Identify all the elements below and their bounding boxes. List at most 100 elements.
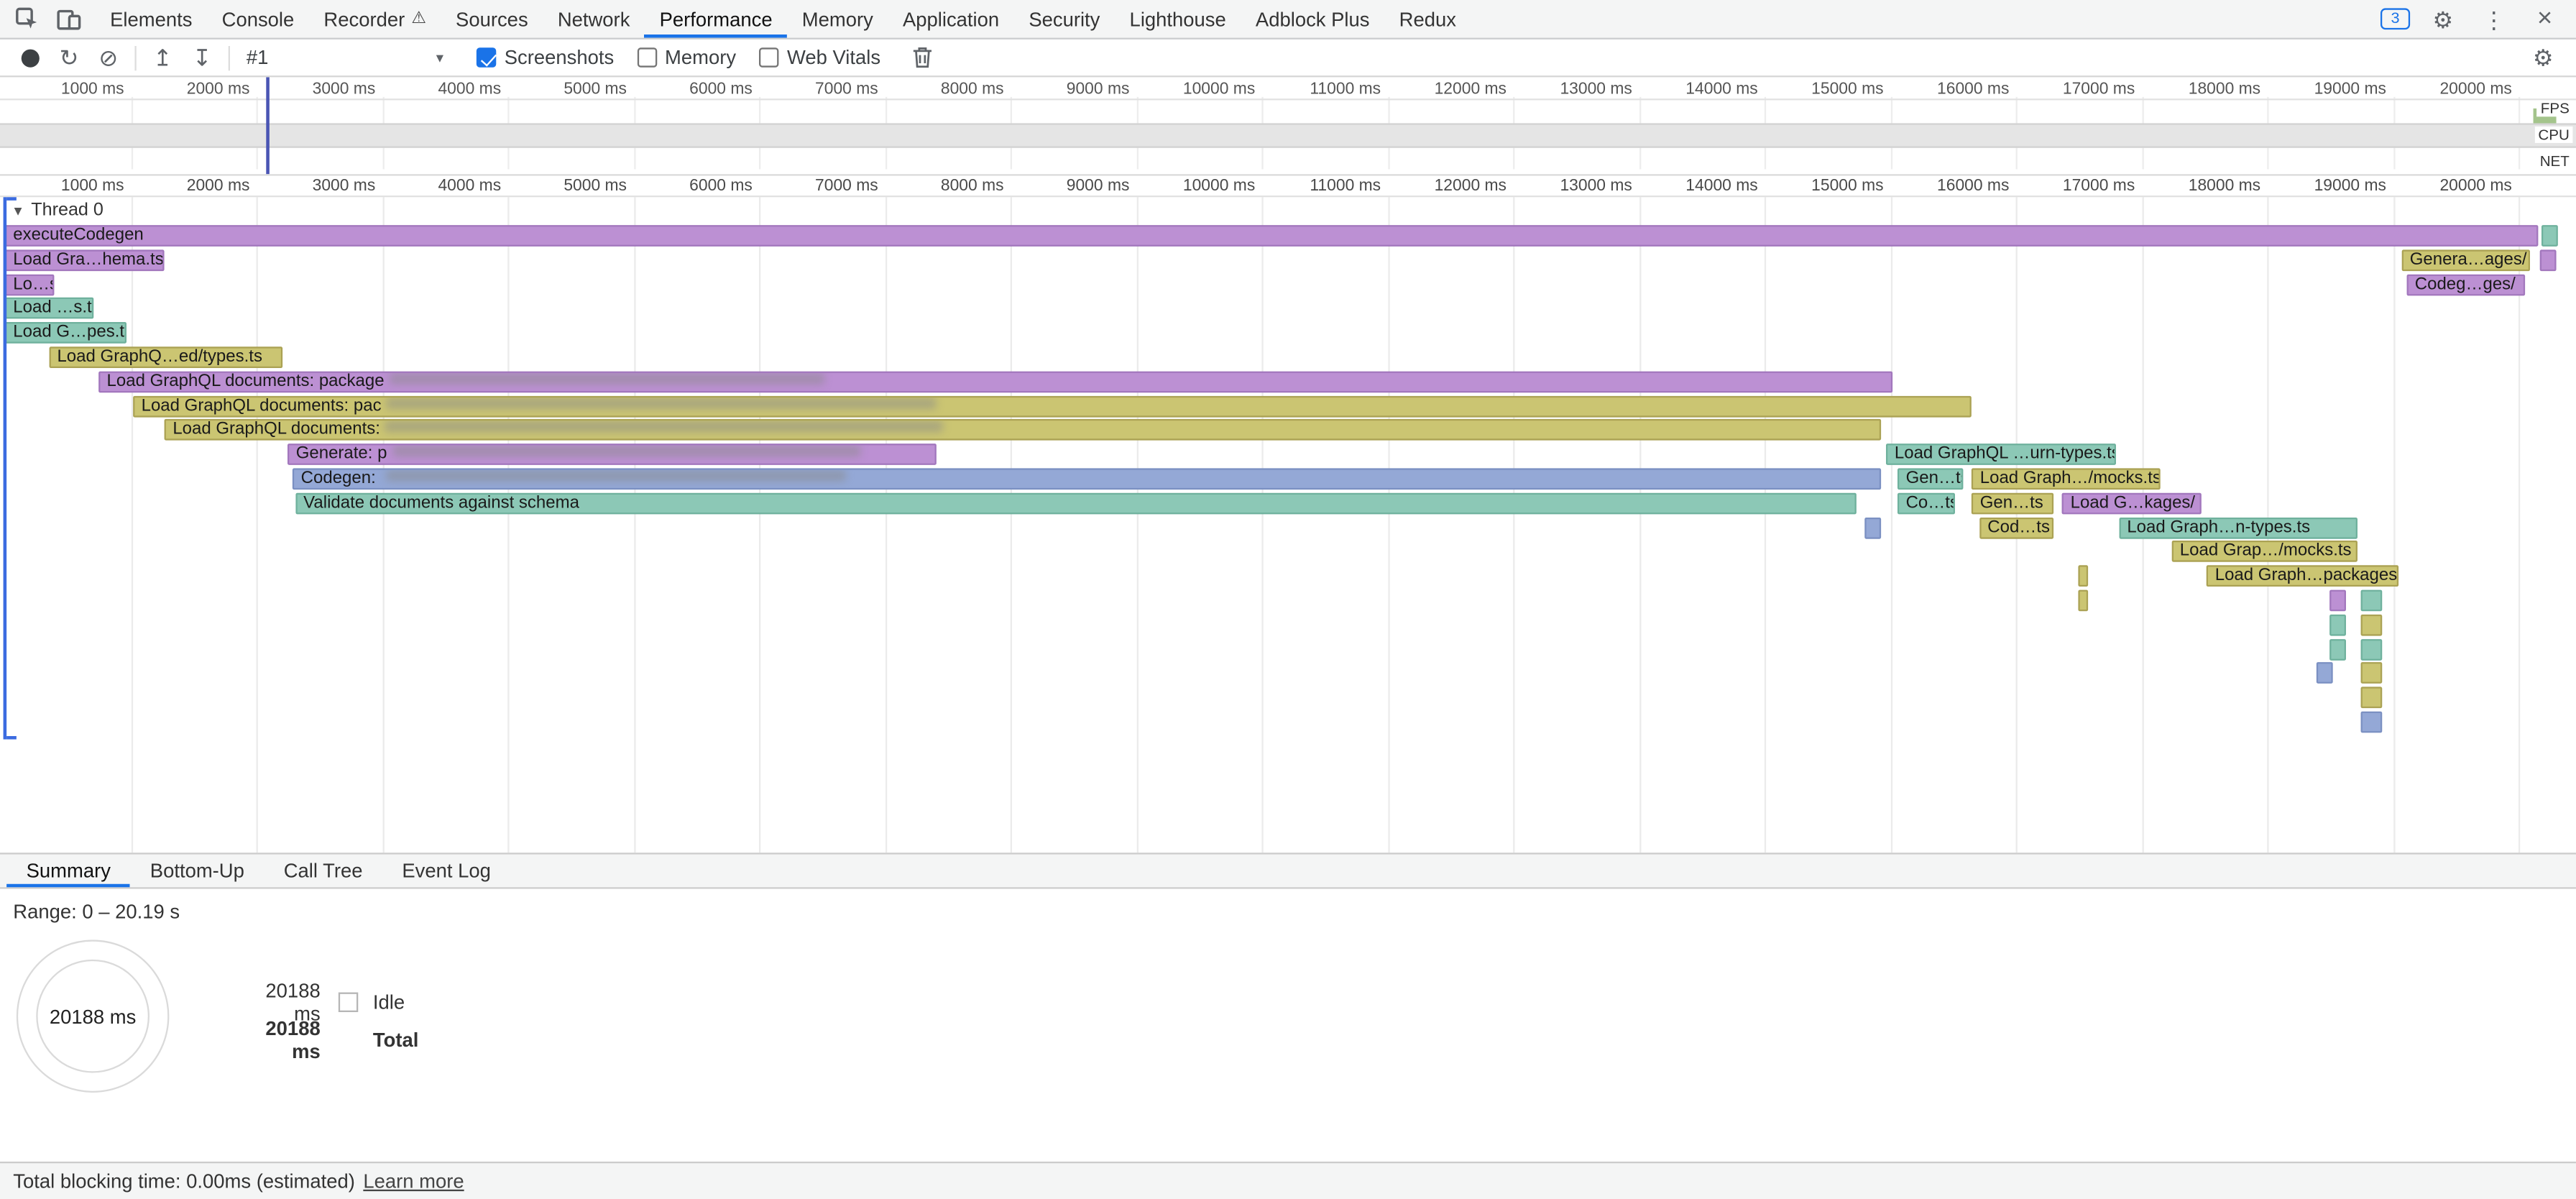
flame-bar[interactable]: Validate documents against schema [295, 492, 1857, 514]
tab-adblock-plus[interactable]: Adblock Plus [1241, 0, 1384, 38]
flame-bar-label: Load Grap…/mocks.ts [2180, 541, 2352, 561]
learn-more-link[interactable]: Learn more [363, 1170, 464, 1193]
flame-bar[interactable] [2330, 638, 2347, 660]
flame-bar[interactable]: Codeg…ges/ [2406, 274, 2524, 295]
flame-bar[interactable]: Load Graph…/mocks.ts [1972, 468, 2160, 490]
flame-bar[interactable] [2079, 590, 2089, 612]
flame-bar[interactable] [2361, 590, 2383, 612]
save-profile-button[interactable]: ↧ [183, 41, 222, 74]
flame-bar[interactable] [2361, 663, 2383, 684]
checkbox-box[interactable] [477, 47, 496, 67]
flame-bar[interactable]: Load GraphQ…ed/types.ts [49, 346, 282, 368]
flame-bar[interactable] [2361, 687, 2383, 709]
checkbox-web-vitals[interactable]: Web Vitals [759, 46, 880, 69]
checkbox-screenshots[interactable]: Screenshots [477, 46, 614, 69]
flame-bar[interactable]: Load Graph…packages/ [2207, 566, 2398, 587]
checkbox-label: Web Vitals [787, 46, 880, 69]
details-tabbar: SummaryBottom-UpCall TreeEvent Log [0, 853, 2576, 888]
flame-bar[interactable]: Co…ts [1898, 492, 1955, 514]
flame-bar[interactable] [2330, 614, 2347, 635]
flame-bar[interactable]: Load Gra…hema.ts [5, 249, 165, 271]
delete-recording-button[interactable] [903, 41, 943, 74]
tab-sources[interactable]: Sources [441, 0, 543, 38]
checkbox-box[interactable] [759, 47, 778, 67]
messages-badge[interactable]: 3 [2380, 8, 2410, 29]
flame-bar[interactable]: executeCodegen [5, 225, 2539, 247]
flame-bar[interactable] [2316, 663, 2332, 684]
flame-bar-label: Load GraphQL documents: [172, 420, 380, 439]
devtools-window: ElementsConsoleRecorder⚠Sources Network Pe… [0, 0, 2576, 1199]
tick-label: 11000 ms [1266, 81, 1381, 98]
tab-label: Lighthouse [1130, 7, 1226, 30]
kebab-menu-icon[interactable]: ⋮ [2476, 1, 2512, 37]
flame-bar[interactable] [1865, 517, 1882, 538]
tick-label: 3000 ms [260, 81, 375, 98]
tab-security[interactable]: Security [1014, 0, 1115, 38]
flame-bar-label: executeCodegen [13, 225, 143, 244]
flame-chart[interactable]: 1000 ms2000 ms3000 ms4000 ms5000 ms6000 … [0, 176, 2576, 853]
flame-bar[interactable]: Load G…pes.ts [5, 322, 127, 344]
flame-bar[interactable]: Load Grap…/mocks.ts [2171, 541, 2358, 563]
tick-label: 18000 ms [2145, 178, 2260, 196]
close-icon[interactable]: × [2526, 1, 2562, 37]
flame-bar[interactable]: Load GraphQL documents: pac [133, 395, 1972, 417]
tab-label: Network [558, 7, 630, 30]
flame-bar[interactable]: Cod…ts [1979, 517, 2053, 538]
flame-bar[interactable] [2361, 638, 2383, 660]
tick-label: 10000 ms [1140, 81, 1255, 98]
record-button[interactable] [10, 41, 50, 74]
load-profile-button[interactable]: ↥ [143, 41, 183, 74]
reload-and-record-button[interactable]: ↻ [50, 41, 89, 74]
bottom-tab-event-log[interactable]: Event Log [382, 855, 510, 888]
tab-console[interactable]: Console [207, 0, 309, 38]
flame-bar[interactable] [2079, 566, 2089, 587]
tab-performance[interactable]: Performance [645, 0, 787, 38]
summary-pie-chart: 20188 ms [17, 940, 170, 1093]
recording-select[interactable]: #1 ▾ [236, 46, 454, 69]
checkbox-memory[interactable]: Memory [637, 46, 736, 69]
tick-label: 4000 ms [386, 81, 501, 98]
bottom-tab-summary[interactable]: Summary [6, 855, 130, 888]
flame-bar[interactable]: Load Graph…n-types.ts [2119, 517, 2358, 538]
timeline-overview[interactable]: 1000 ms2000 ms3000 ms4000 ms5000 ms6000 … [0, 77, 2576, 175]
flame-bar[interactable]: Codegen: [293, 468, 1881, 490]
flame-bar[interactable]: Load GraphQL …urn-types.ts [1886, 444, 2116, 466]
tab-network[interactable]: Network [543, 0, 645, 38]
redacted-text [392, 446, 860, 457]
flame-bar[interactable]: Gen…ts [1898, 468, 1963, 490]
tab-redux[interactable]: Redux [1384, 0, 1471, 38]
settings-gear-icon[interactable]: ⚙ [2425, 1, 2461, 37]
flame-bar[interactable]: Load …s.ts [5, 298, 94, 320]
bottom-tab-bottom-up[interactable]: Bottom-Up [130, 855, 264, 888]
flame-bar[interactable] [2361, 712, 2383, 733]
checkbox-box[interactable] [637, 47, 656, 67]
flame-bar[interactable]: Gen…ts [1972, 492, 2053, 514]
clear-button[interactable]: ⊘ [88, 41, 128, 74]
tab-recorder[interactable]: Recorder⚠ [309, 0, 441, 38]
thread-label: Thread 0 [31, 201, 104, 220]
fps-band [0, 98, 2576, 123]
tab-lighthouse[interactable]: Lighthouse [1115, 0, 1241, 38]
flame-bar[interactable]: Generate: p [288, 444, 936, 466]
flame-bar[interactable]: Load G…kages/ [2062, 492, 2202, 514]
device-toolbar-icon[interactable] [51, 1, 87, 37]
grid-line [1387, 192, 1389, 853]
flame-bar[interactable]: Load GraphQL documents: [165, 420, 1882, 441]
flame-bar[interactable]: Genera…ages/ [2401, 249, 2529, 271]
capture-settings-gear-icon[interactable]: ⚙ [2524, 41, 2563, 74]
flame-bar[interactable] [2330, 590, 2347, 612]
thread-header[interactable]: ▼ Thread 0 [12, 201, 104, 220]
grid-line [1136, 192, 1138, 853]
flame-bar-label: Gen…ts [1906, 468, 1963, 487]
flame-bar[interactable] [2540, 249, 2557, 271]
flame-bar[interactable] [2361, 614, 2383, 635]
bottom-tab-call-tree[interactable]: Call Tree [264, 855, 382, 888]
tab-elements[interactable]: Elements [96, 0, 207, 38]
tab-memory[interactable]: Memory [787, 0, 888, 38]
flame-bar[interactable]: Load GraphQL documents: package [98, 371, 1893, 392]
inspect-icon[interactable] [8, 1, 44, 37]
tab-application[interactable]: Application [888, 0, 1013, 38]
grid-line [257, 192, 258, 853]
flame-bar[interactable] [2541, 225, 2557, 247]
tick-label: 16000 ms [1894, 81, 2009, 98]
